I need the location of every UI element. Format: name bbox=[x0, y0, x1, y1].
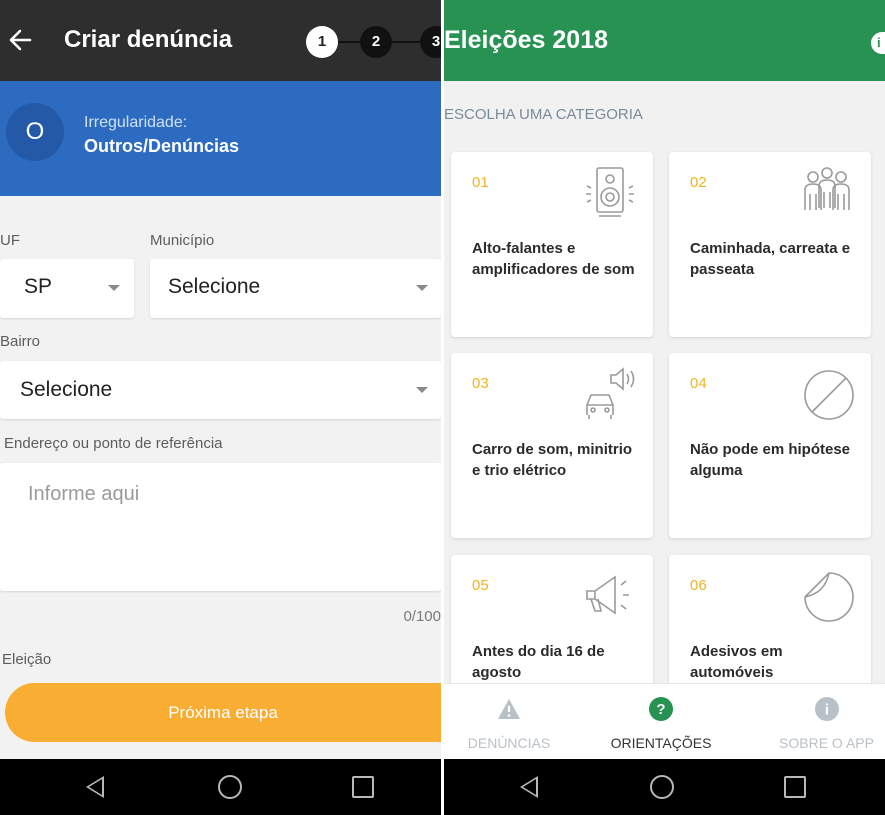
people-group-icon bbox=[804, 167, 850, 210]
create-report-screen: Criar denúncia 1 2 3 O Irregularidade: O… bbox=[0, 0, 441, 815]
nav-tab-label: SOBRE O APP bbox=[779, 735, 874, 751]
char-counter: 0/100 bbox=[403, 608, 441, 625]
irregularity-value: Outros/Denúncias bbox=[84, 136, 240, 156]
svg-text:?: ? bbox=[656, 701, 665, 718]
municipio-select-value: Selecione bbox=[168, 275, 261, 298]
chevron-down-icon bbox=[108, 285, 120, 291]
uf-select-value: SP bbox=[24, 275, 53, 298]
nav-back-icon[interactable] bbox=[86, 776, 104, 798]
sticker-icon bbox=[804, 572, 854, 622]
nav-recents-icon[interactable] bbox=[352, 776, 374, 798]
uf-label: UF bbox=[0, 232, 20, 249]
endereco-input[interactable]: Informe aqui bbox=[0, 463, 441, 591]
category-card-02[interactable]: 02 Caminhada, carreata e passeata bbox=[669, 152, 871, 337]
chevron-down-icon bbox=[416, 387, 428, 393]
step-indicator: 1 2 3 bbox=[306, 26, 441, 58]
category-title: Antes do dia 16 de agosto bbox=[472, 643, 605, 681]
back-arrow-icon[interactable] bbox=[6, 22, 36, 58]
category-number: 05 bbox=[472, 577, 489, 594]
endereco-placeholder: Informe aqui bbox=[28, 483, 140, 505]
category-title: Adesivos em automóveis bbox=[690, 643, 783, 681]
irregularity-avatar: O bbox=[6, 103, 64, 161]
step-3: 3 bbox=[420, 26, 441, 58]
guidelines-screen: Eleições 2018 i ESCOLHA UMA CATEGORIA 01… bbox=[444, 0, 885, 815]
category-number: 04 bbox=[690, 375, 707, 392]
page-title: Criar denúncia bbox=[64, 26, 233, 53]
eleicao-label: Eleição bbox=[2, 651, 52, 668]
speaker-icon bbox=[586, 167, 634, 217]
bottom-navigation: DENÚNCIAS ? ORIENTAÇÕES i SOBRE O APP bbox=[444, 683, 885, 759]
category-number: 02 bbox=[690, 174, 707, 191]
nav-tab-denuncias[interactable]: DENÚNCIAS bbox=[444, 684, 574, 760]
municipio-label: Município bbox=[150, 232, 215, 249]
endereco-label: Endereço ou ponto de referência bbox=[4, 435, 223, 452]
nav-back-icon[interactable] bbox=[520, 776, 538, 798]
warning-icon bbox=[498, 699, 520, 719]
category-card-01[interactable]: 01 Alto-falantes e amplificadores de som bbox=[451, 152, 653, 337]
prohibited-icon bbox=[804, 370, 854, 420]
nav-tab-orientacoes[interactable]: ? ORIENTAÇÕES bbox=[594, 684, 728, 760]
bairro-select-value: Selecione bbox=[20, 378, 113, 401]
nav-home-icon[interactable] bbox=[650, 775, 674, 799]
category-title: Não pode em hipótese alguma bbox=[690, 441, 851, 479]
category-card-03[interactable]: 03 Carro de som, minitrio e trio elétric… bbox=[451, 353, 653, 538]
system-nav-bar bbox=[0, 759, 441, 815]
app-bar: Criar denúncia 1 2 3 bbox=[0, 0, 441, 81]
next-step-button[interactable]: Próxima etapa bbox=[5, 683, 441, 742]
municipio-select[interactable]: Selecione bbox=[150, 259, 441, 318]
category-number: 01 bbox=[472, 174, 489, 191]
step-1: 1 bbox=[306, 26, 338, 58]
category-title: Caminhada, carreata e passeata bbox=[690, 240, 851, 278]
category-title: Carro de som, minitrio e trio elétrico bbox=[472, 441, 633, 479]
irregularity-label: Irregularidade: bbox=[84, 114, 188, 131]
app-title: Eleições 2018 bbox=[444, 26, 609, 54]
nav-recents-icon[interactable] bbox=[784, 776, 806, 798]
irregularity-banner: O Irregularidade: Outros/Denúncias bbox=[0, 81, 441, 196]
megaphone-icon bbox=[586, 575, 629, 615]
step-2: 2 bbox=[360, 26, 392, 58]
nav-tab-sobre[interactable]: i SOBRE O APP bbox=[768, 684, 885, 760]
app-bar: Eleições 2018 i bbox=[444, 0, 885, 81]
category-number: 06 bbox=[690, 577, 707, 594]
category-card-04[interactable]: 04 Não pode em hipótese alguma bbox=[669, 353, 871, 538]
nav-home-icon[interactable] bbox=[218, 775, 242, 799]
nav-tab-label: DENÚNCIAS bbox=[467, 735, 551, 751]
chevron-down-icon bbox=[416, 285, 428, 291]
nav-tab-label: ORIENTAÇÕES bbox=[610, 735, 712, 751]
category-number: 03 bbox=[472, 375, 489, 392]
svg-text:i: i bbox=[824, 702, 828, 719]
car-speaker-icon bbox=[586, 367, 635, 419]
help-icon: ? bbox=[649, 697, 673, 721]
uf-select[interactable]: SP bbox=[0, 259, 134, 318]
info-icon[interactable]: i bbox=[871, 32, 885, 54]
bairro-select[interactable]: Selecione bbox=[0, 361, 441, 419]
bairro-label: Bairro bbox=[0, 333, 41, 350]
category-title: Alto-falantes e amplificadores de som bbox=[472, 240, 635, 278]
info-icon: i bbox=[814, 697, 839, 721]
category-heading: ESCOLHA UMA CATEGORIA bbox=[444, 106, 643, 123]
system-nav-bar bbox=[444, 759, 885, 815]
